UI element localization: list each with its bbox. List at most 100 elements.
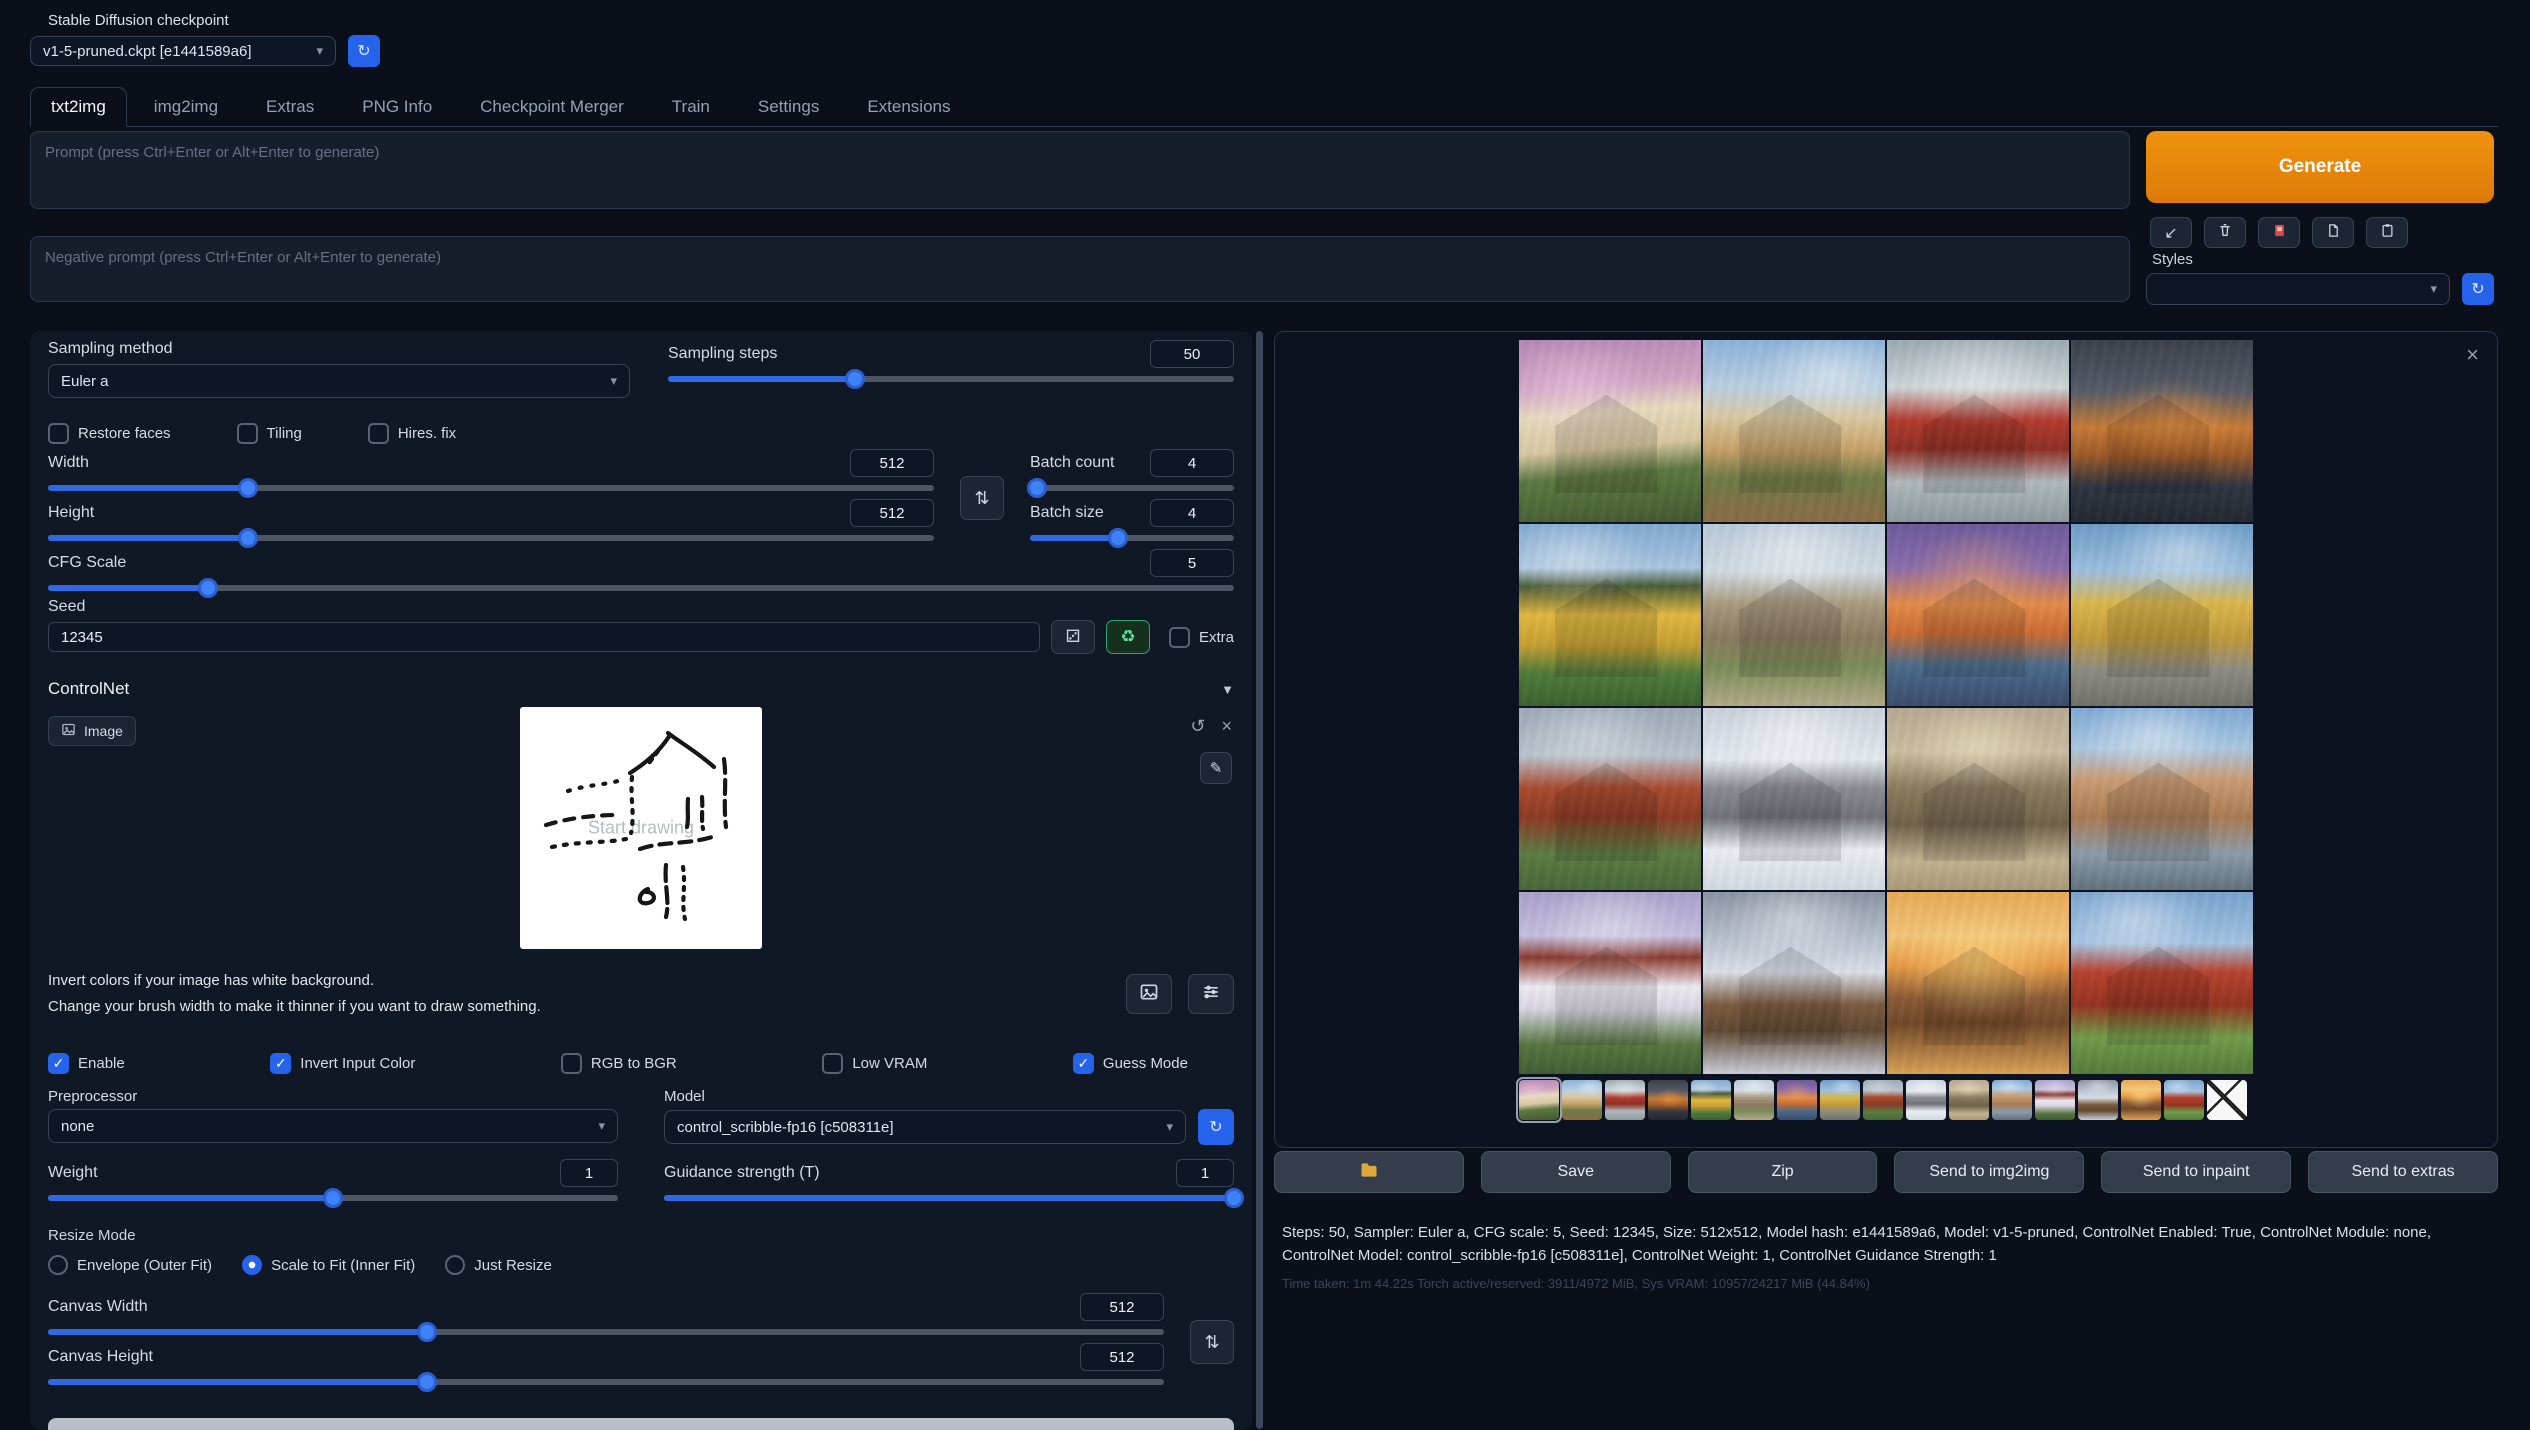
styles-refresh-button[interactable]: ↻	[2462, 273, 2494, 305]
canvas-settings-button[interactable]	[1188, 974, 1234, 1014]
swap-dimensions-button[interactable]: ⇅	[960, 476, 1004, 520]
tab-img2img[interactable]: img2img	[133, 87, 239, 127]
gallery-image-15[interactable]	[1887, 892, 2069, 1074]
gallery-thumb-8[interactable]	[1820, 1080, 1860, 1120]
sampling-steps-slider[interactable]	[668, 370, 1234, 388]
slider-thumb[interactable]	[198, 578, 218, 598]
checkbox-tiling[interactable]: Tiling	[237, 423, 302, 444]
width-slider[interactable]	[48, 479, 934, 497]
send-to-extras-button[interactable]: Send to extras	[2308, 1151, 2498, 1193]
swap-canvas-dimensions-button[interactable]: ⇅	[1190, 1320, 1234, 1364]
cfg-scale-input[interactable]: 5	[1150, 549, 1234, 577]
gallery-thumb-2[interactable]	[1562, 1080, 1602, 1120]
checkpoint-select[interactable]: v1-5-pruned.ckpt [e1441589a6] ▾	[30, 36, 336, 66]
checkbox-guess-mode[interactable]: ✓Guess Mode	[1073, 1053, 1188, 1074]
gallery-image-6[interactable]	[1703, 524, 1885, 706]
gallery-image-14[interactable]	[1703, 892, 1885, 1074]
gallery-thumb-10[interactable]	[1906, 1080, 1946, 1120]
gallery-thumb-11[interactable]	[1949, 1080, 1989, 1120]
slider-thumb[interactable]	[323, 1188, 343, 1208]
canvas-width-slider[interactable]	[48, 1323, 1164, 1341]
sampling-steps-input[interactable]: 50	[1150, 340, 1234, 368]
tab-png-info[interactable]: PNG Info	[341, 87, 453, 127]
gallery-image-11[interactable]	[1887, 708, 2069, 890]
controlnet-image-tab[interactable]: Image	[48, 716, 136, 746]
slider-track[interactable]	[1030, 485, 1234, 491]
slider-thumb[interactable]	[1224, 1188, 1244, 1208]
checkpoint-refresh-button[interactable]: ↻	[348, 35, 380, 67]
open-folder-button[interactable]	[1274, 1151, 1464, 1193]
preprocessor-select[interactable]: none ▾	[48, 1109, 618, 1143]
gallery-image-3[interactable]	[1887, 340, 2069, 522]
tab-checkpoint-merger[interactable]: Checkpoint Merger	[459, 87, 645, 127]
gallery-image-4[interactable]	[2071, 340, 2253, 522]
gallery-thumb-6[interactable]	[1734, 1080, 1774, 1120]
slider-thumb[interactable]	[1027, 478, 1047, 498]
open-image-button[interactable]	[1126, 974, 1172, 1014]
paste-params-button[interactable]: ↙	[2150, 217, 2192, 248]
reuse-seed-button[interactable]: ♻	[1106, 620, 1150, 654]
brush-button[interactable]: ✎	[1200, 752, 1232, 784]
slider-thumb[interactable]	[1108, 528, 1128, 548]
prompt-input[interactable]	[30, 131, 2130, 209]
send-to-inpaint-button[interactable]: Send to inpaint	[2101, 1151, 2291, 1193]
undo-icon[interactable]: ↺	[1190, 716, 1205, 737]
zip-button[interactable]: Zip	[1688, 1151, 1878, 1193]
gallery-image-12[interactable]	[2071, 708, 2253, 890]
gallery-thumb-13[interactable]	[2035, 1080, 2075, 1120]
seed-input[interactable]	[48, 622, 1040, 652]
negative-prompt-input[interactable]	[30, 236, 2130, 302]
gallery-thumb-9[interactable]	[1863, 1080, 1903, 1120]
random-seed-button[interactable]: ⚂	[1051, 620, 1095, 654]
checkbox-low-vram[interactable]: Low VRAM	[822, 1053, 927, 1074]
checkbox-hires-fix[interactable]: Hires. fix	[368, 423, 456, 444]
gallery-image-9[interactable]	[1519, 708, 1701, 890]
gallery-thumb-15[interactable]	[2121, 1080, 2161, 1120]
tab-settings[interactable]: Settings	[737, 87, 840, 127]
controlnet-accordion-header[interactable]: ControlNet ▼	[48, 678, 1234, 700]
extra-networks-button[interactable]	[2258, 217, 2300, 248]
tab-txt2img[interactable]: txt2img	[30, 87, 127, 127]
model-select[interactable]: control_scribble-fp16 [c508311e] ▾	[664, 1110, 1186, 1144]
batch-size-slider[interactable]	[1030, 529, 1234, 547]
height-input[interactable]: 512	[850, 499, 934, 527]
gallery-thumb-7[interactable]	[1777, 1080, 1817, 1120]
close-gallery-icon[interactable]: ×	[2466, 342, 2479, 368]
batch-count-slider[interactable]	[1030, 479, 1234, 497]
slider-thumb[interactable]	[845, 369, 865, 389]
gallery-image-16[interactable]	[2071, 892, 2253, 1074]
gallery-thumb-17[interactable]	[2207, 1080, 2247, 1120]
model-refresh-button[interactable]: ↻	[1198, 1109, 1234, 1145]
styles-select[interactable]: ▾	[2146, 273, 2450, 305]
tab-train[interactable]: Train	[651, 87, 731, 127]
remove-image-icon[interactable]: ×	[1221, 716, 1232, 737]
gallery-thumb-14[interactable]	[2078, 1080, 2118, 1120]
controlnet-drawing-canvas[interactable]: Start drawing	[520, 707, 762, 949]
weight-slider[interactable]	[48, 1189, 618, 1207]
checkbox-enable[interactable]: ✓Enable	[48, 1053, 125, 1074]
canvas-height-input[interactable]: 512	[1080, 1343, 1164, 1371]
generate-button[interactable]: Generate	[2146, 131, 2494, 203]
clear-prompt-button[interactable]	[2204, 217, 2246, 248]
canvas-height-slider[interactable]	[48, 1373, 1164, 1391]
gallery-thumb-16[interactable]	[2164, 1080, 2204, 1120]
slider-thumb[interactable]	[238, 478, 258, 498]
checkbox-invert-input-color[interactable]: ✓Invert Input Color	[270, 1053, 415, 1074]
gallery-image-1[interactable]	[1519, 340, 1701, 522]
gallery-thumb-5[interactable]	[1691, 1080, 1731, 1120]
gallery-image-2[interactable]	[1703, 340, 1885, 522]
gallery-image-13[interactable]	[1519, 892, 1701, 1074]
gallery-thumb-3[interactable]	[1605, 1080, 1645, 1120]
slider-track[interactable]	[48, 585, 1234, 591]
left-panel-scrollbar[interactable]	[1256, 331, 1263, 1429]
tab-extensions[interactable]: Extensions	[846, 87, 971, 127]
slider-thumb[interactable]	[238, 528, 258, 548]
gallery-image-8[interactable]	[2071, 524, 2253, 706]
slider-thumb[interactable]	[417, 1372, 437, 1392]
save-style-button[interactable]	[2366, 217, 2408, 248]
batch-size-input[interactable]: 4	[1150, 499, 1234, 527]
apply-style-button[interactable]	[2312, 217, 2354, 248]
width-input[interactable]: 512	[850, 449, 934, 477]
gallery-thumb-4[interactable]	[1648, 1080, 1688, 1120]
gallery-image-7[interactable]	[1887, 524, 2069, 706]
